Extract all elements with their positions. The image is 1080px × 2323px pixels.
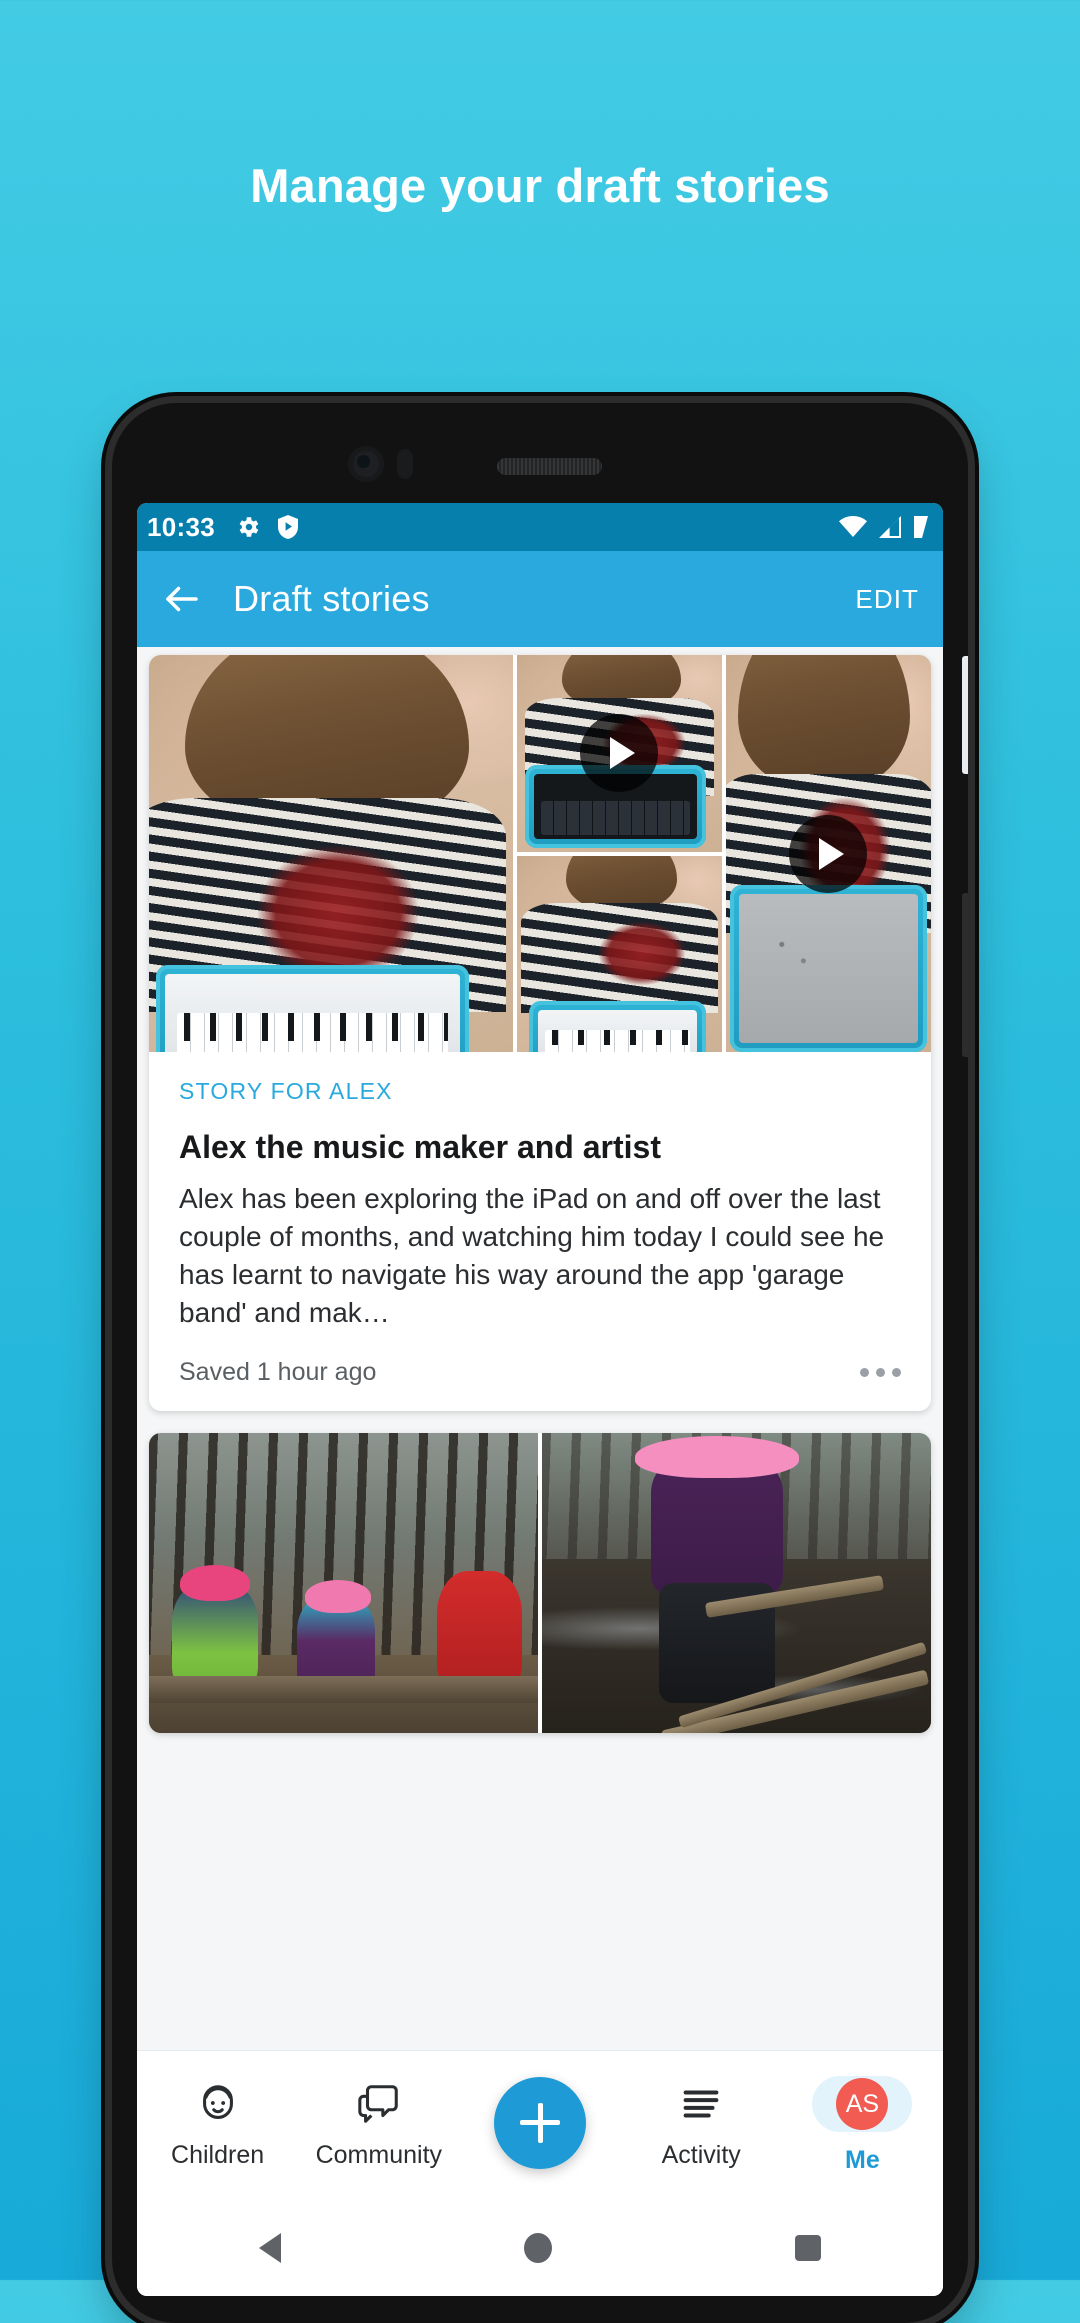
nav-item-community[interactable]: Community: [298, 2081, 459, 2170]
draft-stories-list[interactable]: STORY FOR ALEX Alex the music maker and …: [137, 647, 943, 2050]
media-thumbnail-video[interactable]: [516, 655, 722, 852]
page-title: Manage your draft stories: [250, 159, 830, 212]
add-button[interactable]: [494, 2076, 586, 2169]
story-media-collage[interactable]: [149, 655, 931, 1052]
nav-item-activity[interactable]: Activity: [621, 2081, 782, 2170]
front-camera-icon: [348, 446, 384, 482]
triangle-back-icon[interactable]: [258, 2233, 281, 2263]
nav-label: Activity: [661, 2141, 741, 2169]
avatar-pill[interactable]: AS: [812, 2076, 913, 2132]
earpiece-speaker: [497, 458, 602, 475]
status-bar: 10:33: [137, 503, 943, 551]
child-face-icon: [202, 2085, 233, 2119]
story-card[interactable]: STORY FOR ALEX Alex the music maker and …: [149, 655, 931, 1412]
volume-button[interactable]: [962, 893, 968, 1057]
circle-home-icon[interactable]: [523, 2233, 552, 2263]
chat-bubbles-icon: [358, 2085, 398, 2123]
nav-item-me[interactable]: AS Me: [782, 2076, 943, 2175]
play-icon[interactable]: [789, 814, 868, 893]
story-saved-timestamp: Saved 1 hour ago: [179, 1358, 377, 1387]
story-media-collage[interactable]: [149, 1433, 931, 1734]
media-thumbnail[interactable]: [149, 1433, 538, 1734]
media-thumbnail[interactable]: [516, 855, 722, 1052]
wifi-icon: [839, 516, 867, 537]
list-lines-icon: [683, 2090, 719, 2118]
nav-label: Community: [315, 2141, 443, 2169]
square-recents-icon[interactable]: [795, 2235, 822, 2261]
create-story-fab-wrapper: [459, 2076, 620, 2175]
phone-mockup: 10:33 Draft stories EDIT STORY FOR ALEX …: [112, 403, 968, 2323]
avatar: AS: [836, 2078, 889, 2130]
power-button[interactable]: [962, 656, 968, 774]
signal-icon: [879, 516, 901, 538]
more-options-icon[interactable]: [860, 1368, 901, 1378]
back-arrow-icon[interactable]: [161, 578, 203, 620]
media-thumbnail[interactable]: [149, 655, 513, 1052]
story-excerpt: Alex has been exploring the iPad on and …: [179, 1183, 885, 1329]
status-time: 10:33: [147, 511, 215, 542]
shield-play-icon: [278, 515, 298, 539]
story-card[interactable]: [149, 1433, 931, 1734]
bottom-navigation: Children Community Activity AS Me: [137, 2050, 943, 2200]
app-bar: Draft stories EDIT: [137, 551, 943, 647]
media-thumbnail-video[interactable]: [725, 655, 931, 1052]
nav-label: Children: [171, 2141, 265, 2169]
android-navigation-bar: [137, 2200, 943, 2296]
nav-item-children[interactable]: Children: [137, 2081, 298, 2170]
story-eyebrow: STORY FOR ALEX: [179, 1078, 393, 1104]
battery-icon: [914, 516, 928, 538]
nav-label: Me: [845, 2146, 880, 2174]
phone-screen: 10:33 Draft stories EDIT STORY FOR ALEX …: [137, 503, 943, 2296]
gear-icon: [239, 517, 259, 537]
edit-button[interactable]: EDIT: [855, 584, 919, 615]
sensor-icon: [397, 449, 413, 479]
story-title: Alex the music maker and artist: [179, 1129, 661, 1165]
media-thumbnail[interactable]: [542, 1433, 931, 1734]
play-icon[interactable]: [580, 714, 659, 793]
app-bar-title: Draft stories: [233, 578, 430, 619]
